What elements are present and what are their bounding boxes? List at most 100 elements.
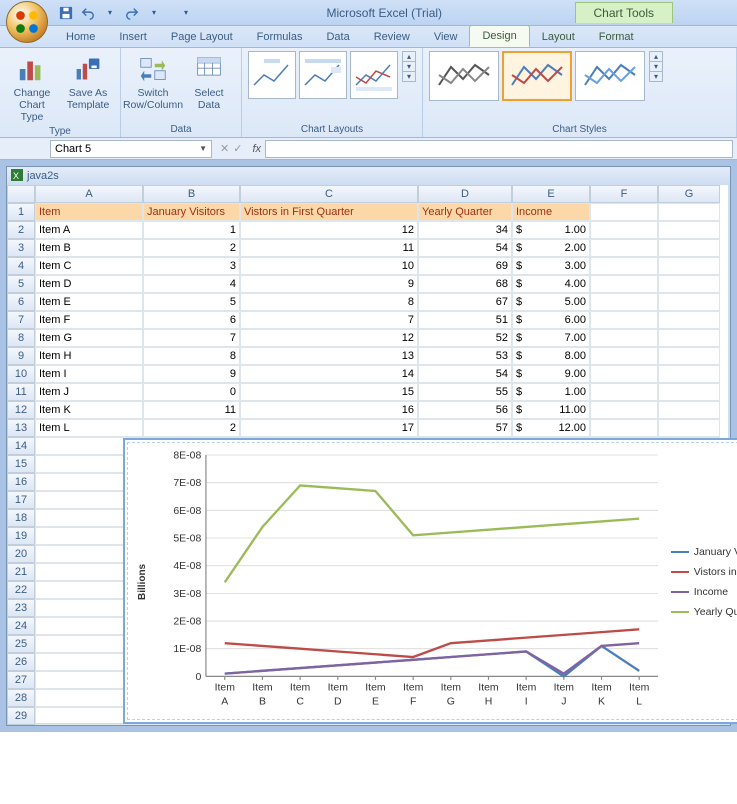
style-thumb-3[interactable] (575, 51, 645, 101)
tab-view[interactable]: View (422, 27, 470, 47)
svg-text:F: F (410, 696, 416, 707)
svg-text:Item: Item (441, 682, 462, 693)
group-chart-styles: ▴▾▾ Chart Styles (423, 48, 737, 137)
col-header-G[interactable]: G (658, 185, 720, 203)
app-title: Microsoft Excel (Trial) (194, 6, 575, 20)
svg-text:K: K (598, 696, 605, 707)
undo-icon[interactable] (80, 5, 96, 21)
ribbon-tabs: Home Insert Page Layout Formulas Data Re… (0, 26, 737, 48)
workbook-window: X java2s ABCDEFG1ItemJanuary VisitorsVis… (6, 166, 731, 726)
legend-item: Yearly Quarter (671, 606, 737, 618)
svg-text:Item: Item (478, 682, 499, 693)
svg-text:7E-08: 7E-08 (173, 478, 201, 489)
svg-text:D: D (334, 696, 342, 707)
svg-text:H: H (485, 696, 493, 707)
col-header-C[interactable]: C (240, 185, 418, 203)
svg-text:Item: Item (629, 682, 650, 693)
tab-home[interactable]: Home (54, 27, 107, 47)
save-template-button[interactable]: Save As Template (62, 51, 114, 113)
group-data: Switch Row/Column Select Data Data (121, 48, 242, 137)
tab-design[interactable]: Design (469, 25, 529, 47)
ribbon: Change Chart Type Save As Template Type … (0, 48, 737, 138)
header-cell[interactable]: Income (512, 203, 590, 221)
office-button[interactable] (6, 1, 48, 43)
spreadsheet-grid[interactable]: ABCDEFG1ItemJanuary VisitorsVistors in F… (7, 185, 730, 725)
excel-file-icon: X (11, 169, 23, 184)
fx-icon[interactable]: fx (252, 143, 261, 155)
col-header-B[interactable]: B (143, 185, 240, 203)
select-data-icon (193, 53, 225, 85)
formula-input[interactable] (265, 140, 733, 158)
group-type: Change Chart Type Save As Template Type (0, 48, 121, 137)
svg-text:I: I (525, 696, 528, 707)
dropdown2-icon[interactable]: ▾ (146, 5, 162, 21)
svg-text:Item: Item (516, 682, 537, 693)
tab-formulas[interactable]: Formulas (245, 27, 315, 47)
header-cell[interactable]: Vistors in First Quarter (240, 203, 418, 221)
switch-row-column-button[interactable]: Switch Row/Column (127, 51, 179, 113)
dropdown1-icon[interactable]: ▾ (102, 5, 118, 21)
group-chart-layouts: ▴▾▾ Chart Layouts (242, 48, 423, 137)
svg-text:1E-08: 1E-08 (173, 644, 201, 655)
switch-icon (137, 53, 169, 85)
layout-thumb-1[interactable] (248, 51, 296, 99)
svg-text:Item: Item (215, 682, 236, 693)
col-header-A[interactable]: A (35, 185, 143, 203)
tab-review[interactable]: Review (362, 27, 422, 47)
legend-item: Income (671, 586, 737, 598)
formula-bar-row: Chart 5▼ ✕ ✓ fx (0, 138, 737, 160)
tab-page-layout[interactable]: Page Layout (159, 27, 245, 47)
svg-text:Item: Item (403, 682, 424, 693)
header-cell[interactable]: January Visitors (143, 203, 240, 221)
svg-text:L: L (636, 696, 642, 707)
tab-format[interactable]: Format (587, 27, 646, 47)
chart-type-icon (16, 53, 48, 85)
col-header-D[interactable]: D (418, 185, 512, 203)
chart-tools-label: Chart Tools (575, 2, 673, 23)
svg-text:8E-08: 8E-08 (173, 450, 201, 461)
change-chart-type-button[interactable]: Change Chart Type (6, 51, 58, 125)
workbook-title-bar: X java2s (7, 167, 730, 185)
enter-formula-icon[interactable]: ✓ (233, 142, 242, 155)
tab-data[interactable]: Data (314, 27, 361, 47)
redo-icon[interactable] (124, 5, 140, 21)
svg-text:C: C (296, 696, 304, 707)
svg-text:Item: Item (591, 682, 612, 693)
svg-text:A: A (221, 696, 228, 707)
svg-text:Item: Item (252, 682, 273, 693)
style-thumb-1[interactable] (429, 51, 499, 101)
tab-layout[interactable]: Layout (530, 27, 587, 47)
svg-text:X: X (13, 171, 19, 181)
legend-item: Vistors in First Quarter (671, 566, 737, 578)
svg-text:Item: Item (328, 682, 349, 693)
svg-text:J: J (561, 696, 566, 707)
svg-text:E: E (372, 696, 379, 707)
svg-text:G: G (447, 696, 455, 707)
layout-gallery-arrows[interactable]: ▴▾▾ (402, 51, 416, 82)
layout-thumb-2[interactable] (299, 51, 347, 99)
col-header-F[interactable]: F (590, 185, 658, 203)
col-header-E[interactable]: E (512, 185, 590, 203)
qat-customize-icon[interactable]: ▾ (178, 5, 194, 21)
cancel-formula-icon[interactable]: ✕ (220, 142, 229, 155)
style-thumb-2[interactable] (502, 51, 572, 101)
tab-insert[interactable]: Insert (107, 27, 159, 47)
chart-legend: January VisitorsVistors in First Quarter… (671, 448, 737, 716)
style-gallery (429, 51, 645, 101)
svg-text:Item: Item (365, 682, 386, 693)
svg-text:5E-08: 5E-08 (173, 534, 201, 545)
save-template-icon (72, 53, 104, 85)
select-data-button[interactable]: Select Data (183, 51, 235, 113)
svg-text:6E-08: 6E-08 (173, 506, 201, 517)
header-cell[interactable]: Yearly Quarter (418, 203, 512, 221)
save-icon[interactable] (58, 5, 74, 21)
style-gallery-arrows[interactable]: ▴▾▾ (649, 51, 663, 82)
chart-ylabel: Billions (135, 448, 150, 716)
svg-text:3E-08: 3E-08 (173, 589, 201, 600)
embedded-chart[interactable]: Billions01E-082E-083E-084E-085E-086E-087… (123, 438, 737, 724)
layout-thumb-3[interactable] (350, 51, 398, 99)
header-cell[interactable]: Item (35, 203, 143, 221)
svg-text:2E-08: 2E-08 (173, 617, 201, 628)
svg-text:0: 0 (195, 672, 201, 683)
name-box[interactable]: Chart 5▼ (50, 140, 212, 158)
